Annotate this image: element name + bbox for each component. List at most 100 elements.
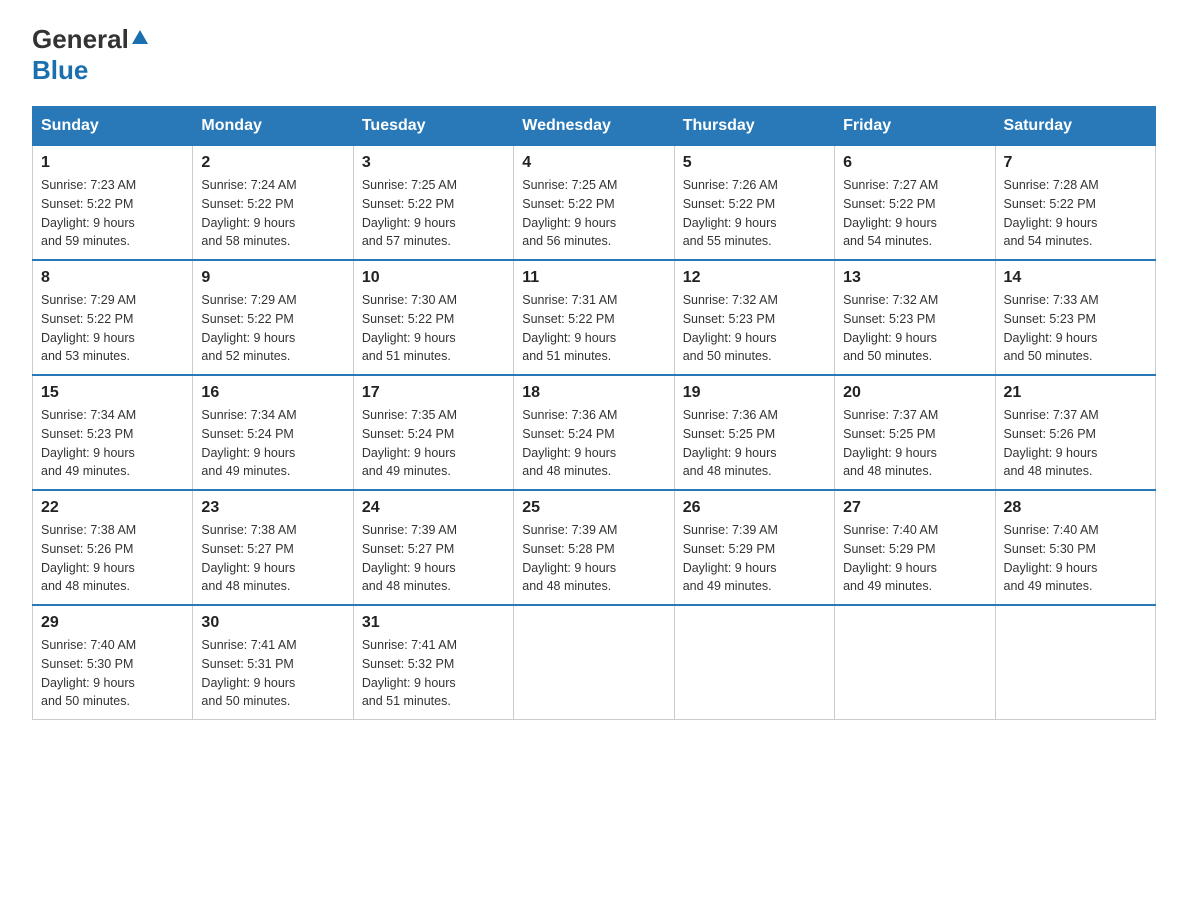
day-number: 13 — [843, 269, 986, 287]
day-number: 27 — [843, 499, 986, 517]
logo-general-text: General — [32, 24, 129, 55]
day-info: Sunrise: 7:35 AMSunset: 5:24 PMDaylight:… — [362, 406, 505, 481]
day-info: Sunrise: 7:26 AMSunset: 5:22 PMDaylight:… — [683, 176, 826, 251]
calendar-cell: 6 Sunrise: 7:27 AMSunset: 5:22 PMDaylight… — [835, 146, 995, 261]
calendar-cell: 1Sunrise: 7:23 AMSunset: 5:22 PMDaylight… — [33, 146, 193, 261]
calendar-cell: 25Sunrise: 7:39 AMSunset: 5:28 PMDayligh… — [514, 490, 674, 605]
calendar-table: SundayMondayTuesdayWednesdayThursdayFrid… — [32, 106, 1156, 720]
calendar-cell — [995, 605, 1155, 720]
day-of-week-header: Wednesday — [514, 107, 674, 146]
day-number: 19 — [683, 384, 826, 402]
day-info: Sunrise: 7:39 AMSunset: 5:29 PMDaylight:… — [683, 521, 826, 596]
day-info: Sunrise: 7:40 AMSunset: 5:29 PMDaylight:… — [843, 521, 986, 596]
calendar-cell: 24 Sunrise: 7:39 AMSunset: 5:27 PMDayligh… — [353, 490, 513, 605]
day-info: Sunrise: 7:31 AMSunset: 5:22 PMDaylight:… — [522, 291, 665, 366]
calendar-week-row: 8 Sunrise: 7:29 AMSunset: 5:22 PMDaylight… — [33, 260, 1156, 375]
calendar-cell: 30 Sunrise: 7:41 AMSunset: 5:31 PMDayligh… — [193, 605, 353, 720]
calendar-cell: 22 Sunrise: 7:38 AMSunset: 5:26 PMDayligh… — [33, 490, 193, 605]
day-info: Sunrise: 7:32 AMSunset: 5:23 PMDaylight:… — [843, 291, 986, 366]
calendar-cell — [674, 605, 834, 720]
day-of-week-header: Sunday — [33, 107, 193, 146]
day-number: 11 — [522, 269, 665, 287]
calendar-cell: 9 Sunrise: 7:29 AMSunset: 5:22 PMDaylight… — [193, 260, 353, 375]
day-number: 10 — [362, 269, 505, 287]
day-number: 1 — [41, 154, 184, 172]
calendar-week-row: 22 Sunrise: 7:38 AMSunset: 5:26 PMDayligh… — [33, 490, 1156, 605]
day-number: 22 — [41, 499, 184, 517]
calendar-cell: 19Sunrise: 7:36 AMSunset: 5:25 PMDayligh… — [674, 375, 834, 490]
calendar-cell: 14 Sunrise: 7:33 AMSunset: 5:23 PMDayligh… — [995, 260, 1155, 375]
calendar-cell — [514, 605, 674, 720]
calendar-cell: 2 Sunrise: 7:24 AMSunset: 5:22 PMDaylight… — [193, 146, 353, 261]
day-number: 12 — [683, 269, 826, 287]
day-info: Sunrise: 7:36 AMSunset: 5:24 PMDaylight:… — [522, 406, 665, 481]
day-number: 24 — [362, 499, 505, 517]
logo: General Blue — [32, 24, 148, 86]
calendar-cell: 12 Sunrise: 7:32 AMSunset: 5:23 PMDayligh… — [674, 260, 834, 375]
day-info: Sunrise: 7:34 AMSunset: 5:23 PMDaylight:… — [41, 406, 184, 481]
day-info: Sunrise: 7:25 AMSunset: 5:22 PMDaylight:… — [522, 176, 665, 251]
day-of-week-header: Friday — [835, 107, 995, 146]
day-info: Sunrise: 7:41 AMSunset: 5:31 PMDaylight:… — [201, 636, 344, 711]
calendar-cell: 3 Sunrise: 7:25 AMSunset: 5:22 PMDaylight… — [353, 146, 513, 261]
calendar-cell: 17 Sunrise: 7:35 AMSunset: 5:24 PMDayligh… — [353, 375, 513, 490]
day-info: Sunrise: 7:33 AMSunset: 5:23 PMDaylight:… — [1004, 291, 1147, 366]
calendar-header-row: SundayMondayTuesdayWednesdayThursdayFrid… — [33, 107, 1156, 146]
calendar-cell: 31 Sunrise: 7:41 AMSunset: 5:32 PMDayligh… — [353, 605, 513, 720]
day-info: Sunrise: 7:37 AMSunset: 5:25 PMDaylight:… — [843, 406, 986, 481]
day-of-week-header: Monday — [193, 107, 353, 146]
calendar-week-row: 29 Sunrise: 7:40 AMSunset: 5:30 PMDayligh… — [33, 605, 1156, 720]
day-info: Sunrise: 7:25 AMSunset: 5:22 PMDaylight:… — [362, 176, 505, 251]
calendar-cell: 16Sunrise: 7:34 AMSunset: 5:24 PMDayligh… — [193, 375, 353, 490]
day-info: Sunrise: 7:41 AMSunset: 5:32 PMDaylight:… — [362, 636, 505, 711]
day-number: 17 — [362, 384, 505, 402]
day-number: 25 — [522, 499, 665, 517]
day-number: 2 — [201, 154, 344, 172]
day-number: 30 — [201, 614, 344, 632]
day-info: Sunrise: 7:37 AMSunset: 5:26 PMDaylight:… — [1004, 406, 1147, 481]
calendar-cell: 21 Sunrise: 7:37 AMSunset: 5:26 PMDayligh… — [995, 375, 1155, 490]
day-number: 28 — [1004, 499, 1147, 517]
day-number: 3 — [362, 154, 505, 172]
day-info: Sunrise: 7:28 AMSunset: 5:22 PMDaylight:… — [1004, 176, 1147, 251]
day-info: Sunrise: 7:29 AMSunset: 5:22 PMDaylight:… — [41, 291, 184, 366]
calendar-cell: 5 Sunrise: 7:26 AMSunset: 5:22 PMDaylight… — [674, 146, 834, 261]
calendar-cell: 7Sunrise: 7:28 AMSunset: 5:22 PMDaylight… — [995, 146, 1155, 261]
day-number: 16 — [201, 384, 344, 402]
day-info: Sunrise: 7:38 AMSunset: 5:26 PMDaylight:… — [41, 521, 184, 596]
calendar-cell: 18 Sunrise: 7:36 AMSunset: 5:24 PMDayligh… — [514, 375, 674, 490]
day-number: 29 — [41, 614, 184, 632]
day-info: Sunrise: 7:29 AMSunset: 5:22 PMDaylight:… — [201, 291, 344, 366]
day-number: 6 — [843, 154, 986, 172]
calendar-week-row: 1Sunrise: 7:23 AMSunset: 5:22 PMDaylight… — [33, 146, 1156, 261]
day-number: 5 — [683, 154, 826, 172]
day-of-week-header: Saturday — [995, 107, 1155, 146]
day-info: Sunrise: 7:40 AMSunset: 5:30 PMDaylight:… — [41, 636, 184, 711]
logo-triangle-icon — [132, 30, 148, 49]
day-info: Sunrise: 7:38 AMSunset: 5:27 PMDaylight:… — [201, 521, 344, 596]
day-number: 21 — [1004, 384, 1147, 402]
day-info: Sunrise: 7:27 AMSunset: 5:22 PMDaylight:… — [843, 176, 986, 251]
calendar-cell: 26 Sunrise: 7:39 AMSunset: 5:29 PMDayligh… — [674, 490, 834, 605]
calendar-cell: 15 Sunrise: 7:34 AMSunset: 5:23 PMDayligh… — [33, 375, 193, 490]
day-info: Sunrise: 7:39 AMSunset: 5:27 PMDaylight:… — [362, 521, 505, 596]
day-number: 31 — [362, 614, 505, 632]
day-info: Sunrise: 7:30 AMSunset: 5:22 PMDaylight:… — [362, 291, 505, 366]
calendar-cell: 29 Sunrise: 7:40 AMSunset: 5:30 PMDayligh… — [33, 605, 193, 720]
day-number: 8 — [41, 269, 184, 287]
day-number: 23 — [201, 499, 344, 517]
day-number: 15 — [41, 384, 184, 402]
logo-blue-text: Blue — [32, 55, 88, 85]
calendar-cell: 8 Sunrise: 7:29 AMSunset: 5:22 PMDaylight… — [33, 260, 193, 375]
day-number: 18 — [522, 384, 665, 402]
day-number: 26 — [683, 499, 826, 517]
calendar-cell — [835, 605, 995, 720]
page-header: General Blue — [32, 24, 1156, 86]
day-info: Sunrise: 7:32 AMSunset: 5:23 PMDaylight:… — [683, 291, 826, 366]
calendar-cell: 13 Sunrise: 7:32 AMSunset: 5:23 PMDayligh… — [835, 260, 995, 375]
calendar-cell: 23 Sunrise: 7:38 AMSunset: 5:27 PMDayligh… — [193, 490, 353, 605]
calendar-cell: 4Sunrise: 7:25 AMSunset: 5:22 PMDaylight… — [514, 146, 674, 261]
day-number: 9 — [201, 269, 344, 287]
day-number: 14 — [1004, 269, 1147, 287]
day-info: Sunrise: 7:24 AMSunset: 5:22 PMDaylight:… — [201, 176, 344, 251]
